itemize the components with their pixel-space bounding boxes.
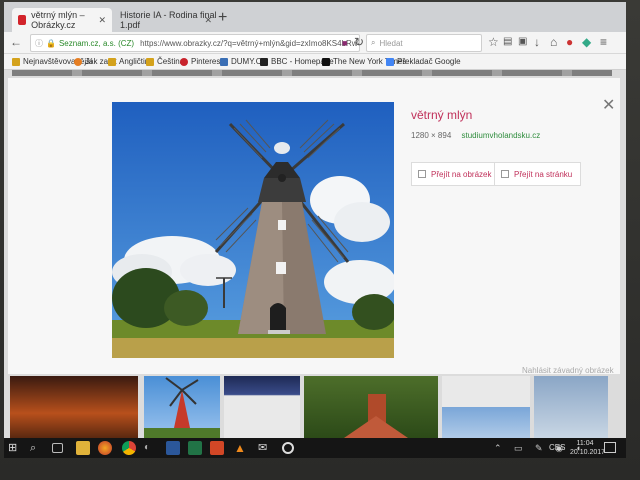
image-meta: 1280 × 894 studiumvholandsku.cz bbox=[411, 131, 540, 140]
windows-taskbar: ⊞ ⌕ ◐ ▲ ✉ ⌃ ▭ ✎ ◉ ◖ CES 11:04 20.10.2017 bbox=[4, 438, 626, 458]
pinterest-icon bbox=[180, 57, 188, 66]
search-icon: ⌕ bbox=[371, 38, 376, 47]
external-link-icon bbox=[501, 170, 509, 178]
tab-close-icon[interactable]: ✕ bbox=[98, 15, 106, 26]
folder-icon bbox=[108, 57, 116, 66]
open-page-button[interactable]: Přejít na stránku bbox=[494, 162, 582, 186]
word-icon[interactable] bbox=[166, 441, 180, 455]
image-icon bbox=[418, 170, 426, 178]
bookmark-item[interactable]: Pinterest bbox=[180, 57, 223, 66]
home-icon[interactable]: ⌂ bbox=[550, 35, 557, 49]
back-arrow-icon[interactable]: ← bbox=[10, 35, 22, 49]
mail-icon[interactable]: ✉ bbox=[258, 441, 272, 455]
bookmark-item[interactable]: Překladač Google bbox=[386, 57, 461, 66]
lock-icon: 🔒 bbox=[46, 38, 56, 48]
bbc-icon bbox=[260, 57, 268, 66]
tab-obrazky[interactable]: větrný mlýn – Obrázky.cz ✕ bbox=[12, 8, 112, 32]
search-placeholder: Hledat bbox=[379, 38, 403, 48]
firefox-icon[interactable] bbox=[98, 441, 112, 455]
windmill-image[interactable] bbox=[112, 102, 394, 358]
bookmark-item[interactable]: Čeština bbox=[146, 57, 184, 66]
monitor-frame: větrný mlýn – Obrázky.cz ✕ Historie IA -… bbox=[0, 0, 640, 480]
url-bar[interactable]: ⓘ 🔒 Seznam.cz, a.s. (CZ) https://www.obr… bbox=[30, 34, 360, 52]
thumbnail-image[interactable] bbox=[10, 376, 138, 438]
bookmarks-toolbar: Nejnavštěvovanější Jak začít Angličtina … bbox=[4, 54, 626, 70]
nyt-icon bbox=[322, 57, 330, 66]
image-detail-panel: větrný mlýn 1280 × 894 studiumvholandsku… bbox=[8, 78, 620, 375]
tab-close-icon[interactable]: ✕ bbox=[204, 15, 212, 26]
open-image-button[interactable]: Přejít na obrázek bbox=[411, 162, 501, 186]
close-icon[interactable]: ✕ bbox=[602, 98, 615, 114]
clock[interactable]: 11:04 20.10.2017 bbox=[570, 439, 606, 457]
url-text: https://www.obrazky.cz/?q=větrný+mlýn&gi… bbox=[140, 38, 359, 48]
reload-icon[interactable]: ↻ bbox=[354, 35, 364, 49]
tab-pdf[interactable]: Historie IA - Rodina final 1.pdf ✕ bbox=[114, 8, 218, 32]
extension-icon[interactable]: ● bbox=[566, 35, 573, 49]
folder-icon bbox=[146, 57, 154, 66]
thumbnail-image[interactable] bbox=[534, 376, 608, 438]
firefox-icon bbox=[74, 57, 82, 66]
report-image-link[interactable]: Nahlásit závadný obrázek bbox=[522, 366, 614, 375]
tab-title: Historie IA - Rodina final 1.pdf bbox=[120, 10, 217, 30]
page-content: větrný mlýn 1280 × 894 studiumvholandsku… bbox=[4, 70, 626, 438]
folder-icon bbox=[12, 57, 20, 66]
navigation-bar: ← ⓘ 🔒 Seznam.cz, a.s. (CZ) https://www.o… bbox=[4, 32, 626, 54]
chrome-icon[interactable] bbox=[122, 441, 136, 455]
task-view-icon[interactable] bbox=[52, 443, 63, 453]
image-dimensions: 1280 × 894 bbox=[411, 131, 452, 140]
download-icon[interactable]: ↓ bbox=[534, 35, 540, 49]
clock-date: 20.10.2017 bbox=[570, 449, 606, 456]
image-title: větrný mlýn bbox=[411, 108, 473, 122]
search-icon[interactable]: ⌕ bbox=[30, 441, 44, 455]
new-tab-button[interactable]: + bbox=[218, 10, 227, 26]
pocket-icon[interactable]: ■ bbox=[342, 36, 347, 50]
thumbnail-image[interactable] bbox=[304, 376, 438, 438]
thumbnail-image[interactable] bbox=[144, 376, 220, 438]
pocket-save-icon[interactable]: ▣ bbox=[518, 35, 527, 49]
thumbnail-image[interactable] bbox=[442, 376, 530, 438]
reading-list-icon[interactable]: ▤ bbox=[503, 35, 512, 49]
bookmark-star-icon[interactable]: ☆ bbox=[488, 35, 499, 49]
clock-time: 11:04 bbox=[576, 440, 594, 447]
dumy-icon bbox=[220, 57, 228, 66]
google-translate-icon bbox=[386, 57, 394, 66]
vlc-icon[interactable]: ▲ bbox=[234, 441, 248, 455]
addon-icon[interactable]: ◆ bbox=[582, 35, 591, 49]
language-indicator[interactable]: CES bbox=[549, 443, 565, 452]
excel-icon[interactable] bbox=[188, 441, 202, 455]
search-input[interactable]: ⌕ Hledat bbox=[366, 34, 482, 52]
action-center-icon[interactable] bbox=[604, 442, 616, 453]
info-icon[interactable]: ⓘ bbox=[35, 38, 43, 49]
app-icon[interactable]: ◐ bbox=[144, 441, 158, 455]
screen: větrný mlýn – Obrázky.cz ✕ Historie IA -… bbox=[4, 2, 626, 458]
url-site-identity: Seznam.cz, a.s. (CZ) bbox=[58, 38, 135, 48]
file-explorer-icon[interactable] bbox=[76, 441, 90, 455]
windows-start-icon[interactable]: ⊞ bbox=[8, 441, 22, 455]
menu-icon[interactable]: ≡ bbox=[600, 35, 607, 49]
powerpoint-icon[interactable] bbox=[210, 441, 224, 455]
tab-bar: větrný mlýn – Obrázky.cz ✕ Historie IA -… bbox=[4, 2, 626, 32]
seznam-logo-icon bbox=[18, 15, 27, 25]
source-link[interactable]: studiumvholandsku.cz bbox=[462, 131, 541, 140]
thumbnail-row-top bbox=[12, 70, 612, 76]
thumbnail-image[interactable] bbox=[224, 376, 300, 438]
media-app-icon[interactable] bbox=[282, 442, 294, 454]
